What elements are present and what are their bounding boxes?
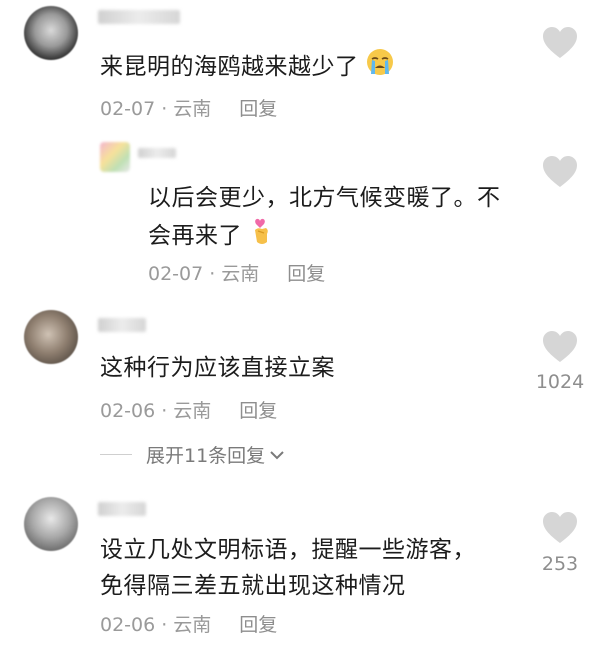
comment-text-line2: 会再来了 [148,216,501,257]
heart-icon [543,331,577,362]
comment-date: 02-07 [148,263,204,285]
divider-line [100,454,132,455]
comment-text-line1: 以后会更少，北方气候变暖了。不 [148,185,501,211]
avatar[interactable] [24,497,78,551]
username-blurred[interactable] [98,502,146,516]
separator-dot: · [161,614,168,636]
comment-text-line2: 免得隔三差五就出现这种情况 [100,573,406,599]
comment-location: 云南 [173,400,212,422]
avatar[interactable] [24,310,78,364]
comment-meta: 02-07 · 云南 回复 [100,94,277,121]
like-count: 253 [541,553,579,575]
reply-button[interactable]: 回复 [239,98,277,120]
comment-location: 云南 [173,98,212,120]
comment-text: 来昆明的海鸥越来越少了 [100,48,394,87]
comment-meta: 02-06 · 云南 回复 [100,610,277,637]
loudly-crying-face-icon [366,48,394,87]
heart-icon [543,156,577,187]
reply-button[interactable]: 回复 [239,400,277,422]
reply-button[interactable]: 回复 [239,614,277,636]
expand-replies-label: 展开11条回复 [146,445,266,467]
like-button[interactable] [542,330,578,364]
comment-date: 02-06 [100,400,156,422]
comment-location: 云南 [221,263,260,285]
like-button[interactable] [542,26,578,60]
heart-icon [543,27,577,58]
like-count: 1024 [535,371,585,393]
reply-button[interactable]: 回复 [287,263,325,285]
comment-date: 02-06 [100,614,156,636]
chevron-down-icon [269,449,285,461]
separator-dot: · [161,98,168,120]
like-button[interactable] [542,511,578,545]
comment-text: 以后会更少，北方气候变暖了。不 会再来了 [148,180,501,257]
avatar[interactable] [24,6,78,60]
comment-text: 设立几处文明标语，提醒一些游客， 免得隔三差五就出现这种情况 [100,532,476,604]
expand-replies-button[interactable]: 展开11条回复 [100,441,285,468]
comment-date: 02-07 [100,98,156,120]
comment-meta: 02-07 · 云南 回复 [148,259,325,286]
separator-dot: · [161,400,168,422]
comment-text: 这种行为应该直接立案 [100,355,335,381]
heart-icon [543,512,577,543]
comment-text-line1: 设立几处文明标语，提醒一些游客， [100,537,476,563]
comment-meta: 02-06 · 云南 回复 [100,396,277,423]
avatar[interactable] [100,142,130,172]
finger-heart-icon [250,216,272,257]
separator-dot: · [209,263,216,285]
username-blurred[interactable] [98,10,180,24]
username-blurred[interactable] [98,318,146,332]
like-button[interactable] [542,155,578,189]
username-blurred[interactable] [138,148,176,158]
comment-location: 云南 [173,614,212,636]
